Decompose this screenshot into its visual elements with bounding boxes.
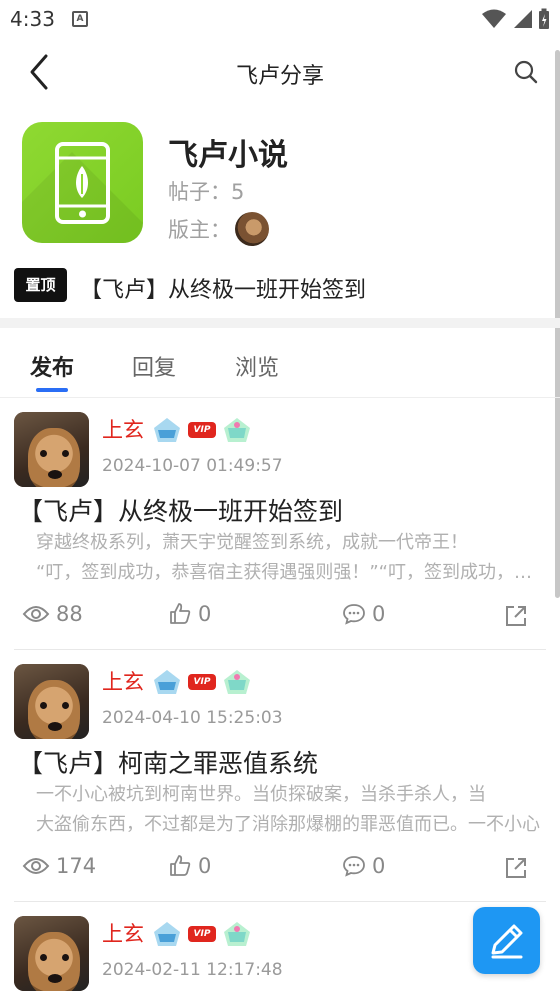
pencil-icon (491, 924, 523, 959)
views-stat: 88 (22, 602, 83, 626)
eye-icon (22, 606, 50, 622)
post-title[interactable]: 【飞卢】柯南之罪恶值系统 (18, 744, 318, 780)
views-count: 88 (56, 602, 83, 626)
excerpt-line: 大盗偷东西，不过都是为了消除那爆棚的罪恶值而已。一不小心 (36, 814, 540, 835)
excerpt-line: “叮，签到成功，恭喜宿主获得遇强则强！”“叮，签到成功，恭喜宿主获得 (36, 562, 542, 583)
post-excerpt: 一不小心被坑到柯南世界。当侦探破案，当杀手杀人，当 大盗偷东西，不过都是为了消除… (36, 780, 542, 840)
forum-post-count: 帖子：5 (168, 176, 244, 206)
level-badge-icon (154, 922, 180, 946)
rank-badge-icon (224, 418, 250, 442)
excerpt-line: 穿越终极系列，萧天宇觉醒签到系统，成就一代帝王！ (36, 532, 468, 553)
tab-bar: 发布 回复 浏览 (0, 330, 560, 398)
level-badge-icon (154, 670, 180, 694)
status-icons (482, 8, 550, 30)
likes-count: 0 (198, 602, 212, 626)
share-button[interactable] (504, 604, 528, 628)
likes-count: 0 (198, 854, 212, 878)
forum-header: 飞卢小说 帖子：5 版主： (0, 120, 560, 250)
pinned-title[interactable]: 【飞卢】从终极一班开始签到 (80, 272, 366, 304)
tab-browse[interactable]: 浏览 (235, 350, 279, 382)
rank-badge-icon (224, 922, 250, 946)
vip-badge: VIP (188, 422, 216, 438)
post-author[interactable]: 上玄 (102, 414, 144, 444)
status-time: 4:33 (10, 7, 55, 31)
search-icon (514, 60, 538, 84)
author-badges: VIP (152, 668, 252, 696)
avatar[interactable] (14, 664, 89, 739)
comment-icon (343, 856, 365, 877)
forum-moderator: 版主： (168, 212, 269, 246)
share-button[interactable] (504, 856, 528, 880)
tab-publish[interactable]: 发布 (30, 350, 74, 382)
wifi-icon (482, 9, 506, 28)
post-stats: 174 0 0 (0, 854, 560, 884)
moderator-label: 版主： (168, 218, 231, 242)
vip-badge: VIP (188, 674, 216, 690)
share-icon (506, 858, 526, 878)
eye-icon (22, 858, 50, 874)
nav-bar: 飞卢分享 (0, 40, 560, 104)
comment-icon (343, 604, 365, 625)
excerpt-line: 一不小心被坑到柯南世界。当侦探破案，当杀手杀人，当 (36, 784, 486, 805)
comment-button[interactable]: 0 (342, 602, 385, 626)
like-button[interactable]: 0 (168, 602, 211, 626)
like-button[interactable]: 0 (168, 854, 211, 878)
post-title[interactable]: 【飞卢】从终极一班开始签到 (18, 492, 343, 528)
post-stats: 88 0 0 (0, 602, 560, 632)
share-icon (506, 606, 526, 626)
rank-badge-icon (224, 670, 250, 694)
post-card[interactable]: 上玄 VIP 2024-10-07 01:49:57 【飞卢】从终极一班开始签到… (0, 398, 560, 650)
post-date: 2024-02-11 12:17:48 (102, 960, 283, 980)
status-bar: 4:33 A (0, 0, 560, 38)
avatar[interactable] (14, 412, 89, 487)
post-date: 2024-10-07 01:49:57 (102, 456, 283, 476)
author-badges: VIP (152, 416, 252, 444)
thumbs-up-icon (170, 855, 191, 876)
compose-button[interactable] (473, 907, 540, 974)
battery-icon (539, 8, 549, 29)
vip-badge: VIP (188, 926, 216, 942)
forum-logo (22, 122, 143, 243)
tab-reply[interactable]: 回复 (132, 350, 176, 382)
posts-count: 5 (231, 180, 245, 204)
posts-label: 帖子： (168, 180, 231, 204)
level-badge-icon (154, 418, 180, 442)
post-author[interactable]: 上玄 (102, 666, 144, 696)
post-card[interactable]: 上玄 VIP 2024-04-10 15:25:03 【飞卢】柯南之罪恶值系统 … (0, 650, 560, 902)
notification-icon: A (72, 11, 88, 27)
signal-icon (514, 10, 532, 28)
views-count: 174 (56, 854, 97, 878)
page-title: 飞卢分享 (235, 64, 324, 89)
comments-count: 0 (372, 602, 386, 626)
phone-leaf-icon (55, 142, 110, 224)
pinned-post[interactable]: 置顶 【飞卢】从终极一班开始签到 (0, 266, 560, 308)
post-excerpt: 穿越终极系列，萧天宇觉醒签到系统，成就一代帝王！ “叮，签到成功，恭喜宿主获得遇… (36, 528, 542, 588)
thumbs-up-icon (170, 603, 191, 624)
comments-count: 0 (372, 854, 386, 878)
section-divider (0, 318, 560, 328)
tab-indicator (36, 388, 68, 392)
pinned-badge: 置顶 (14, 268, 67, 302)
author-badges: VIP (152, 920, 252, 948)
post-date: 2024-04-10 15:25:03 (102, 708, 283, 728)
moderator-avatar[interactable] (235, 212, 269, 246)
search-button[interactable] (512, 58, 540, 86)
post-author[interactable]: 上玄 (102, 918, 144, 948)
comment-button[interactable]: 0 (342, 854, 385, 878)
avatar[interactable] (14, 916, 89, 991)
views-stat: 174 (22, 854, 96, 878)
forum-name: 飞卢小说 (168, 138, 288, 173)
